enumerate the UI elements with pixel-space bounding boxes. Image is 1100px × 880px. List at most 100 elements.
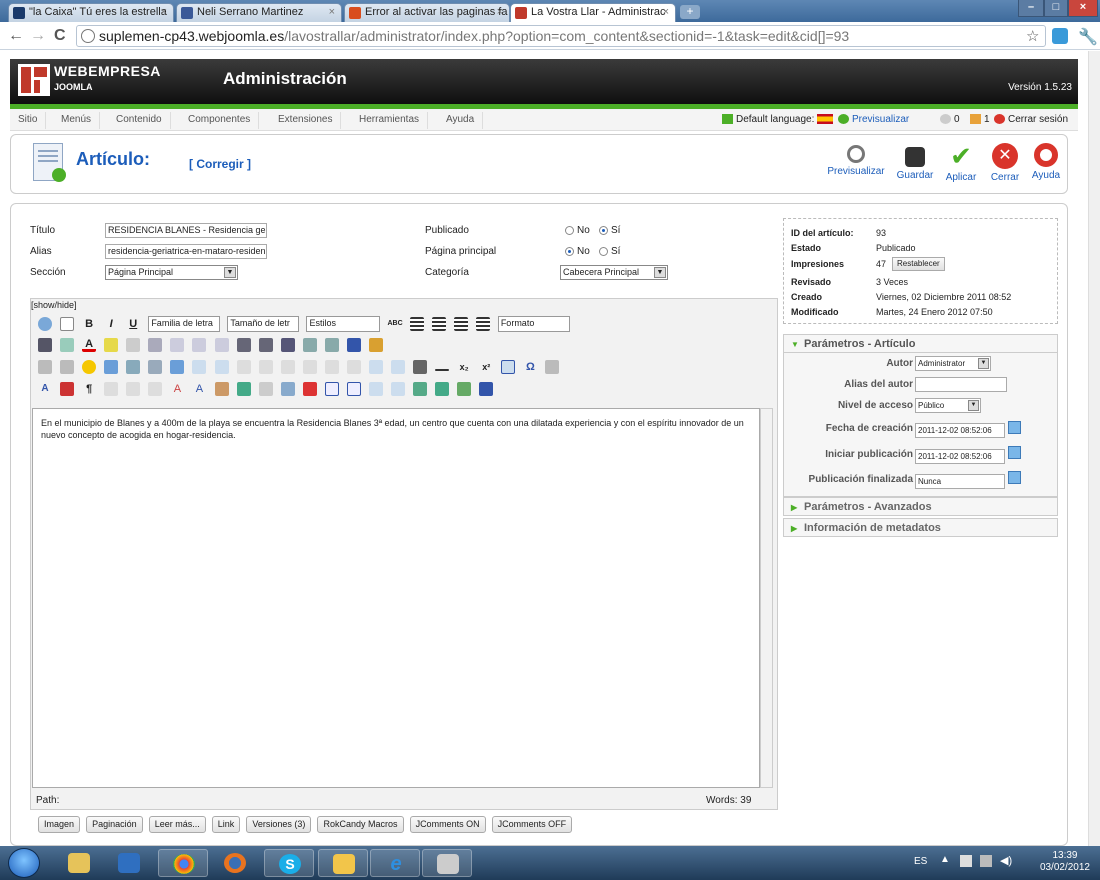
col-after-icon[interactable] xyxy=(324,360,339,374)
replace-icon[interactable] xyxy=(60,338,75,352)
clean-icon[interactable] xyxy=(126,338,141,352)
read-more-button[interactable]: Leer más... xyxy=(148,816,206,833)
highlight-icon[interactable] xyxy=(104,338,119,352)
messages-count[interactable]: 0 xyxy=(940,114,960,125)
new-document-icon[interactable] xyxy=(60,317,75,331)
bullet-list-icon[interactable] xyxy=(258,338,273,352)
visual-aid-icon[interactable] xyxy=(501,360,516,374)
copy-icon[interactable] xyxy=(302,338,317,352)
horizontal-rule-icon[interactable] xyxy=(435,369,450,371)
eraser-icon[interactable] xyxy=(545,360,560,374)
alias-input[interactable]: residencia-geriatrica-en-mataro-residen xyxy=(105,244,267,259)
align-justify-icon[interactable] xyxy=(475,317,490,331)
rokcandy-button[interactable]: RokCandy Macros xyxy=(317,816,404,833)
format-select[interactable]: Formato xyxy=(497,316,570,332)
volume-icon[interactable]: ◀) xyxy=(1000,854,1012,867)
chrome-taskbar-button[interactable] xyxy=(158,849,208,877)
folder-taskbar-button[interactable] xyxy=(318,849,368,877)
firefox-taskbar-button[interactable] xyxy=(210,849,260,877)
help-icon[interactable] xyxy=(38,317,52,331)
preview-button[interactable]: Previsualizar xyxy=(826,143,886,177)
layer-absolute-icon[interactable] xyxy=(391,382,405,396)
browser-tab-active[interactable]: La Vostra Llar - Administrac × xyxy=(510,3,676,23)
metadata-header[interactable]: ▶ Información de metadatos xyxy=(783,518,1058,537)
insert-text-icon[interactable]: A xyxy=(192,382,206,396)
styles-select[interactable]: Estilos xyxy=(306,316,381,332)
cite-icon[interactable] xyxy=(104,382,119,396)
numbered-list-icon[interactable] xyxy=(236,338,251,352)
delete-col-icon[interactable] xyxy=(346,360,361,374)
users-count[interactable]: 1 xyxy=(970,114,990,125)
table-props-icon[interactable] xyxy=(214,360,229,374)
merge-cells-icon[interactable] xyxy=(391,360,405,374)
close-icon[interactable]: × xyxy=(329,6,335,18)
omega-icon[interactable]: Ω xyxy=(523,360,537,374)
clock[interactable]: 13:39 03/02/2012 xyxy=(1040,850,1090,874)
source-icon[interactable] xyxy=(479,382,494,396)
close-icon[interactable]: × xyxy=(161,6,167,18)
row-before-icon[interactable] xyxy=(236,360,251,374)
media-taskbar-button[interactable] xyxy=(104,849,154,877)
cut-icon[interactable] xyxy=(280,338,295,352)
table-icon[interactable] xyxy=(192,360,207,374)
editor-content[interactable]: En el municipio de Blanes y a 400m de la… xyxy=(32,408,760,788)
action-center-icon[interactable] xyxy=(960,855,972,867)
row-after-icon[interactable] xyxy=(258,360,273,374)
font-color-icon[interactable]: A xyxy=(82,338,97,352)
edit-icon[interactable] xyxy=(148,360,163,374)
save-template-icon[interactable] xyxy=(413,382,428,396)
close-icon[interactable]: × xyxy=(497,6,503,18)
window-close-button[interactable]: × xyxy=(1068,0,1098,17)
anchor-icon[interactable] xyxy=(346,338,361,352)
media-icon[interactable] xyxy=(104,360,119,374)
menu-extensiones[interactable]: Extensiones xyxy=(270,112,342,129)
style-props-icon[interactable] xyxy=(368,382,383,396)
preview-link[interactable]: Previsualizar xyxy=(838,114,909,125)
ie-taskbar-button[interactable]: e xyxy=(370,849,420,877)
print-icon[interactable] xyxy=(413,360,428,374)
find-icon[interactable] xyxy=(38,338,52,352)
superscript-icon[interactable]: x² xyxy=(479,360,493,374)
start-button[interactable] xyxy=(8,848,40,878)
menu-sitio[interactable]: Sitio xyxy=(10,112,47,129)
author-select[interactable]: Administrator ▼ xyxy=(915,356,991,371)
image-button[interactable]: Imagen xyxy=(38,816,81,833)
creation-date-input[interactable]: 2011-12-02 08:52:06 xyxy=(915,423,1005,438)
split-cells-icon[interactable] xyxy=(368,360,383,374)
menu-menus[interactable]: Menús xyxy=(53,112,101,129)
template-icon[interactable] xyxy=(280,382,295,396)
apply-button[interactable]: ✔ Aplicar xyxy=(943,143,979,183)
bold-icon[interactable]: B xyxy=(82,317,96,331)
editor-scrollbar[interactable] xyxy=(760,408,773,788)
publish-end-input[interactable]: Nunca xyxy=(915,474,1005,489)
ltr-icon[interactable] xyxy=(38,360,52,374)
reset-hits-button[interactable]: Restablecer xyxy=(892,257,945,271)
layer-icon[interactable] xyxy=(236,382,251,396)
acronym-icon[interactable] xyxy=(148,382,163,396)
pilcrow-icon[interactable]: ¶ xyxy=(82,382,96,396)
subscript-icon[interactable]: x₂ xyxy=(457,360,471,374)
font-size-select[interactable]: Tamaño de letr xyxy=(227,316,300,332)
category-select[interactable]: Cabecera Principal ▼ xyxy=(560,265,668,280)
align-right-icon[interactable] xyxy=(453,317,468,331)
menu-componentes[interactable]: Componentes xyxy=(180,112,260,129)
url-field[interactable]: suplemen-cp43.webjoomla.es/lavostrallar/… xyxy=(76,25,1046,47)
paint-taskbar-button[interactable] xyxy=(422,849,472,877)
published-yes-radio[interactable]: Sí xyxy=(599,225,620,236)
params-advanced-header[interactable]: ▶ Parámetros - Avanzados xyxy=(783,497,1058,516)
calendar-icon[interactable] xyxy=(1008,446,1021,459)
menu-herramientas[interactable]: Herramientas xyxy=(351,112,429,129)
jcomments-off-button[interactable]: JComments OFF xyxy=(491,816,573,833)
browser-tab[interactable]: Error al activar las paginas fa × xyxy=(344,3,510,22)
calendar-icon[interactable] xyxy=(1008,421,1021,434)
section-select[interactable]: Página Principal ▼ xyxy=(105,265,238,280)
close-icon[interactable]: × xyxy=(663,6,669,18)
author-alias-input[interactable] xyxy=(915,377,1007,392)
help-button[interactable]: Ayuda xyxy=(1029,143,1063,181)
frontpage-no-radio[interactable]: No xyxy=(565,246,590,257)
menu-contenido[interactable]: Contenido xyxy=(108,112,171,129)
pagination-button[interactable]: Paginación xyxy=(86,816,143,833)
delete-row-icon[interactable] xyxy=(280,360,295,374)
logout-link[interactable]: Cerrar sesión xyxy=(994,114,1068,125)
new-tab-button[interactable]: + xyxy=(680,5,700,19)
